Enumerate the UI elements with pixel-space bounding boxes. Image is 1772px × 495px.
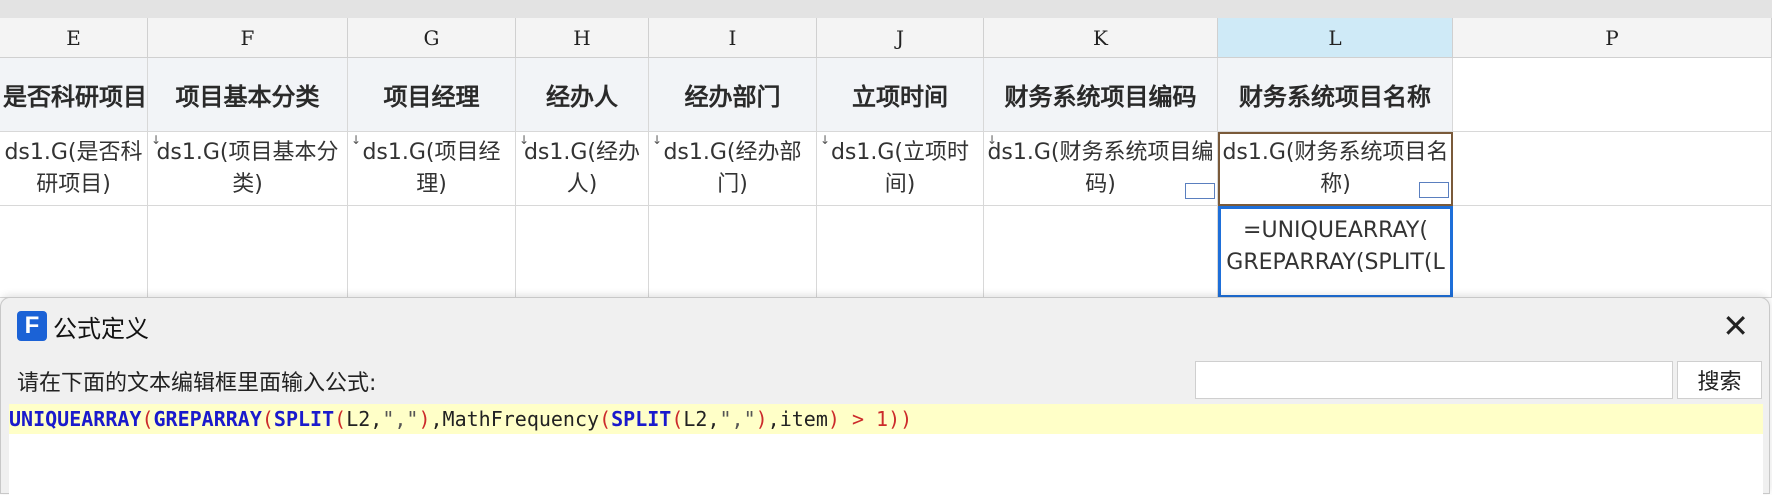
expand-down-icon: ↓: [820, 133, 831, 147]
formula-token: ",": [719, 407, 756, 431]
formula-token: ,MathFrequency: [430, 407, 600, 431]
binding-text: ds1.G(项目经理): [362, 139, 501, 197]
header-text: 是否科研项目: [3, 83, 147, 111]
formula-token: GREPARRAY: [153, 407, 262, 431]
header-text: 财务系统项目名称: [1239, 83, 1431, 111]
header-cell-f[interactable]: 项目基本分类: [148, 58, 348, 132]
formula-token: (: [671, 407, 684, 431]
header-cell-k[interactable]: 财务系统项目编码: [984, 58, 1218, 132]
column-header-l[interactable]: L: [1218, 18, 1453, 58]
close-icon[interactable]: ✕: [1722, 308, 1749, 344]
binding-cell-g[interactable]: ↓ ds1.G(项目经理): [348, 132, 516, 206]
header-text: 经办部门: [684, 83, 781, 111]
binding-text: ds1.G(项目基本分类): [156, 139, 339, 197]
formula-token: ",": [382, 407, 419, 431]
formula-token: ,item: [767, 407, 828, 431]
formula-token: (: [261, 407, 274, 431]
formula-token: ): [755, 407, 768, 431]
search-button[interactable]: 搜索: [1677, 361, 1762, 399]
cell-k3[interactable]: [984, 206, 1218, 298]
formula-token: (: [334, 407, 347, 431]
formula-token: (: [599, 407, 612, 431]
binding-cell-f[interactable]: ↓ ds1.G(项目基本分类): [148, 132, 348, 206]
header-text: 项目经理: [383, 83, 480, 111]
cell-h3[interactable]: [516, 206, 649, 298]
spreadsheet-grid: E F G H I J K L P 是否科研项目 项目基本分类 项目经理 经办人…: [0, 18, 1772, 298]
cell-f3[interactable]: [148, 206, 348, 298]
binding-cell-l[interactable]: ds1.G(财务系统项目名称): [1218, 132, 1453, 206]
binding-text: ds1.G(财务系统项目编码): [987, 139, 1214, 197]
cell-e3[interactable]: [0, 206, 148, 298]
binding-text: ds1.G(是否科研项目): [4, 139, 143, 197]
header-text: 项目基本分类: [175, 83, 320, 111]
binding-cell-e[interactable]: ds1.G(是否科研项目): [0, 132, 148, 206]
formula-token: UNIQUEARRAY: [9, 407, 142, 431]
column-header-p[interactable]: P: [1453, 18, 1772, 58]
cell-p3[interactable]: [1453, 206, 1772, 298]
formula-token: L2,: [683, 407, 720, 431]
formula-dialog: F 公式定义 ✕ 请在下面的文本编辑框里面输入公式: 搜索 UNIQUEARRA…: [0, 297, 1770, 495]
formula-token: SPLIT: [273, 407, 335, 431]
expand-down-icon: ↓: [351, 133, 362, 147]
header-cell-e[interactable]: 是否科研项目: [0, 58, 148, 132]
cell-i3[interactable]: [649, 206, 817, 298]
header-cell-i[interactable]: 经办部门: [649, 58, 817, 132]
cell-formula-text: =UNIQUEARRAY( GREPARRAY(SPLIT(L: [1226, 218, 1445, 275]
header-cell-h[interactable]: 经办人: [516, 58, 649, 132]
cell-editor-icon[interactable]: [1419, 182, 1449, 198]
binding-text: ds1.G(经办部门): [663, 139, 802, 197]
binding-text: ds1.G(立项时间): [830, 139, 970, 197]
cell-editor-icon[interactable]: [1185, 183, 1215, 199]
column-header-f[interactable]: F: [148, 18, 348, 58]
binding-text: ds1.G(财务系统项目名称): [1222, 140, 1449, 197]
formula-token: ): [418, 407, 431, 431]
top-bar: [0, 0, 1772, 18]
column-header-j[interactable]: J: [817, 18, 984, 58]
cell-j3[interactable]: [817, 206, 984, 298]
binding-cell-i[interactable]: ↓ ds1.G(经办部门): [649, 132, 817, 206]
binding-cell-k[interactable]: ↓ ds1.G(财务系统项目编码): [984, 132, 1218, 206]
formula-line[interactable]: UNIQUEARRAY(GREPARRAY(SPLIT(L2,","),Math…: [9, 404, 1763, 434]
app-logo-icon: F: [17, 311, 47, 341]
header-cell-p[interactable]: [1453, 58, 1772, 132]
header-text: 经办人: [546, 83, 618, 111]
expand-down-icon: ↓: [987, 133, 998, 147]
binding-cell-p[interactable]: [1453, 132, 1772, 206]
cell-g3[interactable]: [348, 206, 516, 298]
column-header-e[interactable]: E: [0, 18, 148, 58]
header-text: 立项时间: [852, 83, 948, 111]
column-header-i[interactable]: I: [649, 18, 817, 58]
binding-cell-j[interactable]: ↓ ds1.G(立项时间): [817, 132, 984, 206]
expand-down-icon: ↓: [652, 133, 663, 147]
column-header-g[interactable]: G: [348, 18, 516, 58]
column-header-k[interactable]: K: [984, 18, 1218, 58]
expand-down-icon: ↓: [151, 133, 162, 147]
formula-token: ) > 1)): [827, 407, 913, 431]
selected-cell-l3[interactable]: =UNIQUEARRAY( GREPARRAY(SPLIT(L: [1218, 206, 1453, 298]
header-text: 财务系统项目编码: [1004, 83, 1197, 111]
column-header-h[interactable]: H: [516, 18, 649, 58]
formula-prompt: 请在下面的文本编辑框里面输入公式:: [17, 371, 377, 396]
header-cell-g[interactable]: 项目经理: [348, 58, 516, 132]
header-cell-j[interactable]: 立项时间: [817, 58, 984, 132]
dialog-title-bar: F 公式定义: [17, 308, 149, 344]
binding-cell-h[interactable]: ↓ ds1.G(经办人): [516, 132, 649, 206]
formula-editor[interactable]: UNIQUEARRAY(GREPARRAY(SPLIT(L2,","),Math…: [9, 404, 1763, 495]
formula-token: SPLIT: [611, 407, 672, 431]
expand-down-icon: ↓: [519, 133, 530, 147]
formula-token: L2,: [346, 407, 383, 431]
formula-token: (: [141, 407, 154, 431]
search-input[interactable]: [1195, 361, 1673, 399]
dialog-title: 公式定义: [53, 314, 149, 343]
header-cell-l[interactable]: 财务系统项目名称: [1218, 58, 1453, 132]
binding-text: ds1.G(经办人): [523, 139, 641, 197]
